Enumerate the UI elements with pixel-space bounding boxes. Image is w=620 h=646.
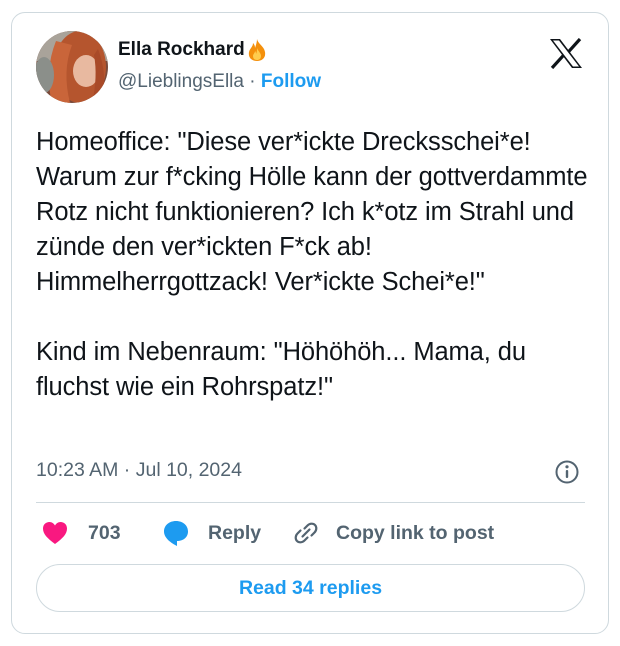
info-icon[interactable] bbox=[554, 459, 580, 485]
author-handle[interactable]: @LieblingsElla bbox=[118, 71, 244, 92]
link-icon bbox=[294, 522, 318, 544]
like-count: 703 bbox=[88, 521, 121, 544]
avatar[interactable] bbox=[36, 31, 108, 103]
follow-button[interactable]: Follow bbox=[261, 71, 321, 92]
post-timestamp[interactable]: 10:23 AM · Jul 10, 2024 bbox=[36, 459, 242, 482]
author-name-row[interactable]: Ella Rockhard bbox=[118, 38, 268, 62]
reply-label: Reply bbox=[208, 521, 262, 544]
action-bar: 703 Reply Copy link to post bbox=[12, 518, 608, 548]
copy-link-label: Copy link to post bbox=[336, 521, 495, 544]
x-logo-icon[interactable] bbox=[549, 37, 583, 70]
copy-link-button[interactable]: Copy link to post bbox=[292, 518, 494, 548]
speech-bubble-icon bbox=[164, 521, 188, 546]
divider bbox=[36, 502, 585, 503]
author-handle-row: @LieblingsElla · Follow bbox=[118, 71, 321, 93]
fire-icon bbox=[246, 38, 268, 62]
tweet-card: Ella Rockhard @LieblingsElla · Follow Ho… bbox=[11, 12, 609, 634]
like-button[interactable]: 703 bbox=[41, 518, 121, 548]
separator-dot: · bbox=[249, 71, 256, 92]
heart-icon bbox=[43, 522, 67, 544]
post-text: Homeoffice: "Diese ver*ickte Drecksschei… bbox=[36, 128, 588, 401]
reply-button[interactable]: Reply bbox=[162, 518, 261, 548]
author-display-name[interactable]: Ella Rockhard bbox=[118, 39, 245, 61]
read-replies-button[interactable]: Read 34 replies bbox=[36, 564, 585, 612]
